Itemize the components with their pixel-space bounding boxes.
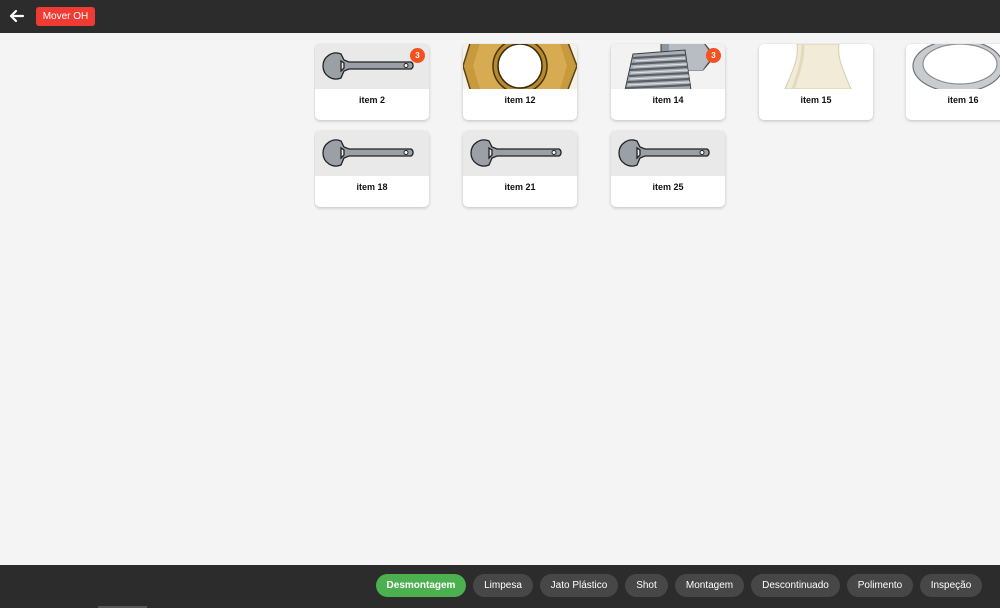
wrench-icon — [618, 139, 710, 167]
item-card[interactable]: item 18 — [315, 131, 429, 207]
top-bar: Mover OH — [0, 0, 1000, 33]
item-card[interactable]: item 21 — [463, 131, 577, 207]
item-card[interactable]: 3 item 2 — [315, 44, 429, 120]
stage-tab-jato-plastico[interactable]: Jato Plástico — [540, 574, 618, 597]
stage-tab-inspecao[interactable]: Inspeção — [920, 574, 982, 597]
wrench-icon — [470, 139, 562, 167]
item-card[interactable]: item 16 — [906, 44, 1000, 120]
item-image — [463, 44, 577, 89]
item-label: item 21 — [504, 182, 536, 192]
item-card[interactable]: item 12 — [463, 44, 577, 120]
item-card[interactable]: 3 item 14 — [611, 44, 725, 120]
item-image — [315, 131, 429, 176]
item-label: item 16 — [947, 95, 979, 105]
stage-tab-montagem[interactable]: Montagem — [675, 574, 744, 597]
cream-part-image — [784, 44, 852, 89]
stage-tab-descontinuado[interactable]: Descontinuado — [751, 574, 840, 597]
stage-tab-limpesa[interactable]: Limpesa — [473, 574, 533, 597]
item-card[interactable]: item 25 — [611, 131, 725, 207]
hex-nut-image — [463, 44, 577, 89]
stage-tab-polimento[interactable]: Polimento — [847, 574, 913, 597]
item-image — [906, 44, 1000, 89]
arrow-left-icon — [9, 9, 25, 23]
item-label: item 2 — [358, 95, 385, 105]
stage-bar: Desmontagem Limpesa Jato Plástico Shot M… — [0, 565, 1000, 608]
item-label: item 25 — [652, 182, 684, 192]
mover-oh-button[interactable]: Mover OH — [36, 7, 95, 26]
item-image — [759, 44, 873, 89]
item-image — [463, 131, 577, 176]
count-badge: 3 — [410, 48, 425, 63]
item-image — [611, 131, 725, 176]
item-label: item 15 — [800, 95, 832, 105]
count-badge: 3 — [706, 48, 721, 63]
item-card[interactable]: item 15 — [759, 44, 873, 120]
ring-image — [912, 44, 1000, 89]
item-label: item 18 — [356, 182, 388, 192]
item-label: item 12 — [504, 95, 536, 105]
stage-tab-shot[interactable]: Shot — [625, 574, 668, 597]
back-button[interactable] — [6, 5, 28, 27]
wrench-icon — [322, 139, 414, 167]
stage-tab-desmontagem[interactable]: Desmontagem — [376, 574, 466, 597]
item-label: item 14 — [652, 95, 684, 105]
items-grid: 3 item 2 item 12 3 item 14 item 15 item … — [314, 43, 1000, 213]
